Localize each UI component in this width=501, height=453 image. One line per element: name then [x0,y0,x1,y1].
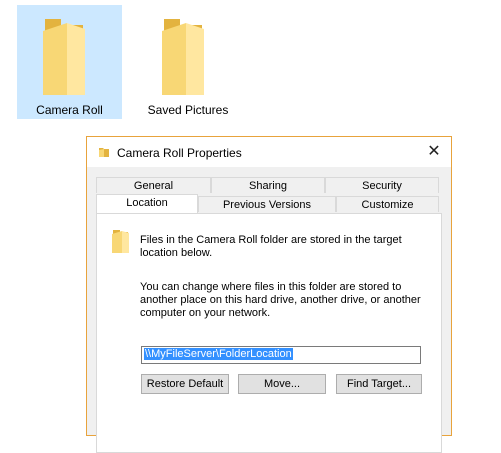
dialog-title: Camera Roll Properties [117,146,242,160]
location-info-text: You can change where files in this folde… [140,281,421,319]
find-target-button[interactable]: Find Target... [336,374,422,394]
folder-icon [43,19,85,95]
tab-security[interactable]: Security [325,177,439,193]
folder-item-camera-roll[interactable]: Camera Roll [17,5,122,119]
close-button[interactable]: ✕ [417,137,451,167]
restore-default-button[interactable]: Restore Default [141,374,229,394]
folder-icon [112,230,129,253]
folder-item-saved-pictures[interactable]: Saved Pictures [140,5,236,119]
tab-general[interactable]: General [96,177,211,193]
folder-label: Camera Roll [36,103,103,117]
tab-sharing[interactable]: Sharing [211,177,325,193]
location-path-input[interactable]: \\MyFileServer\FolderLocation [141,346,421,364]
folder-label: Saved Pictures [147,103,229,117]
dialog-body: General Sharing Security Location Previo… [87,167,451,453]
tab-location[interactable]: Location [96,194,198,213]
properties-dialog: Camera Roll Properties ✕ General Sharing… [86,136,452,453]
path-selected-text: \\MyFileServer\FolderLocation [144,348,293,360]
move-button[interactable]: Move... [238,374,326,394]
folder-icon [162,19,204,95]
folder-icon [99,148,109,157]
location-tab-panel: Files in the Camera Roll folder are stor… [96,213,442,453]
tab-previous-versions[interactable]: Previous Versions [198,196,336,212]
tab-customize[interactable]: Customize [336,196,439,212]
title-bar[interactable]: Camera Roll Properties ✕ [87,137,451,167]
location-description: Files in the Camera Roll folder are stor… [140,234,402,259]
close-icon: ✕ [427,143,441,160]
